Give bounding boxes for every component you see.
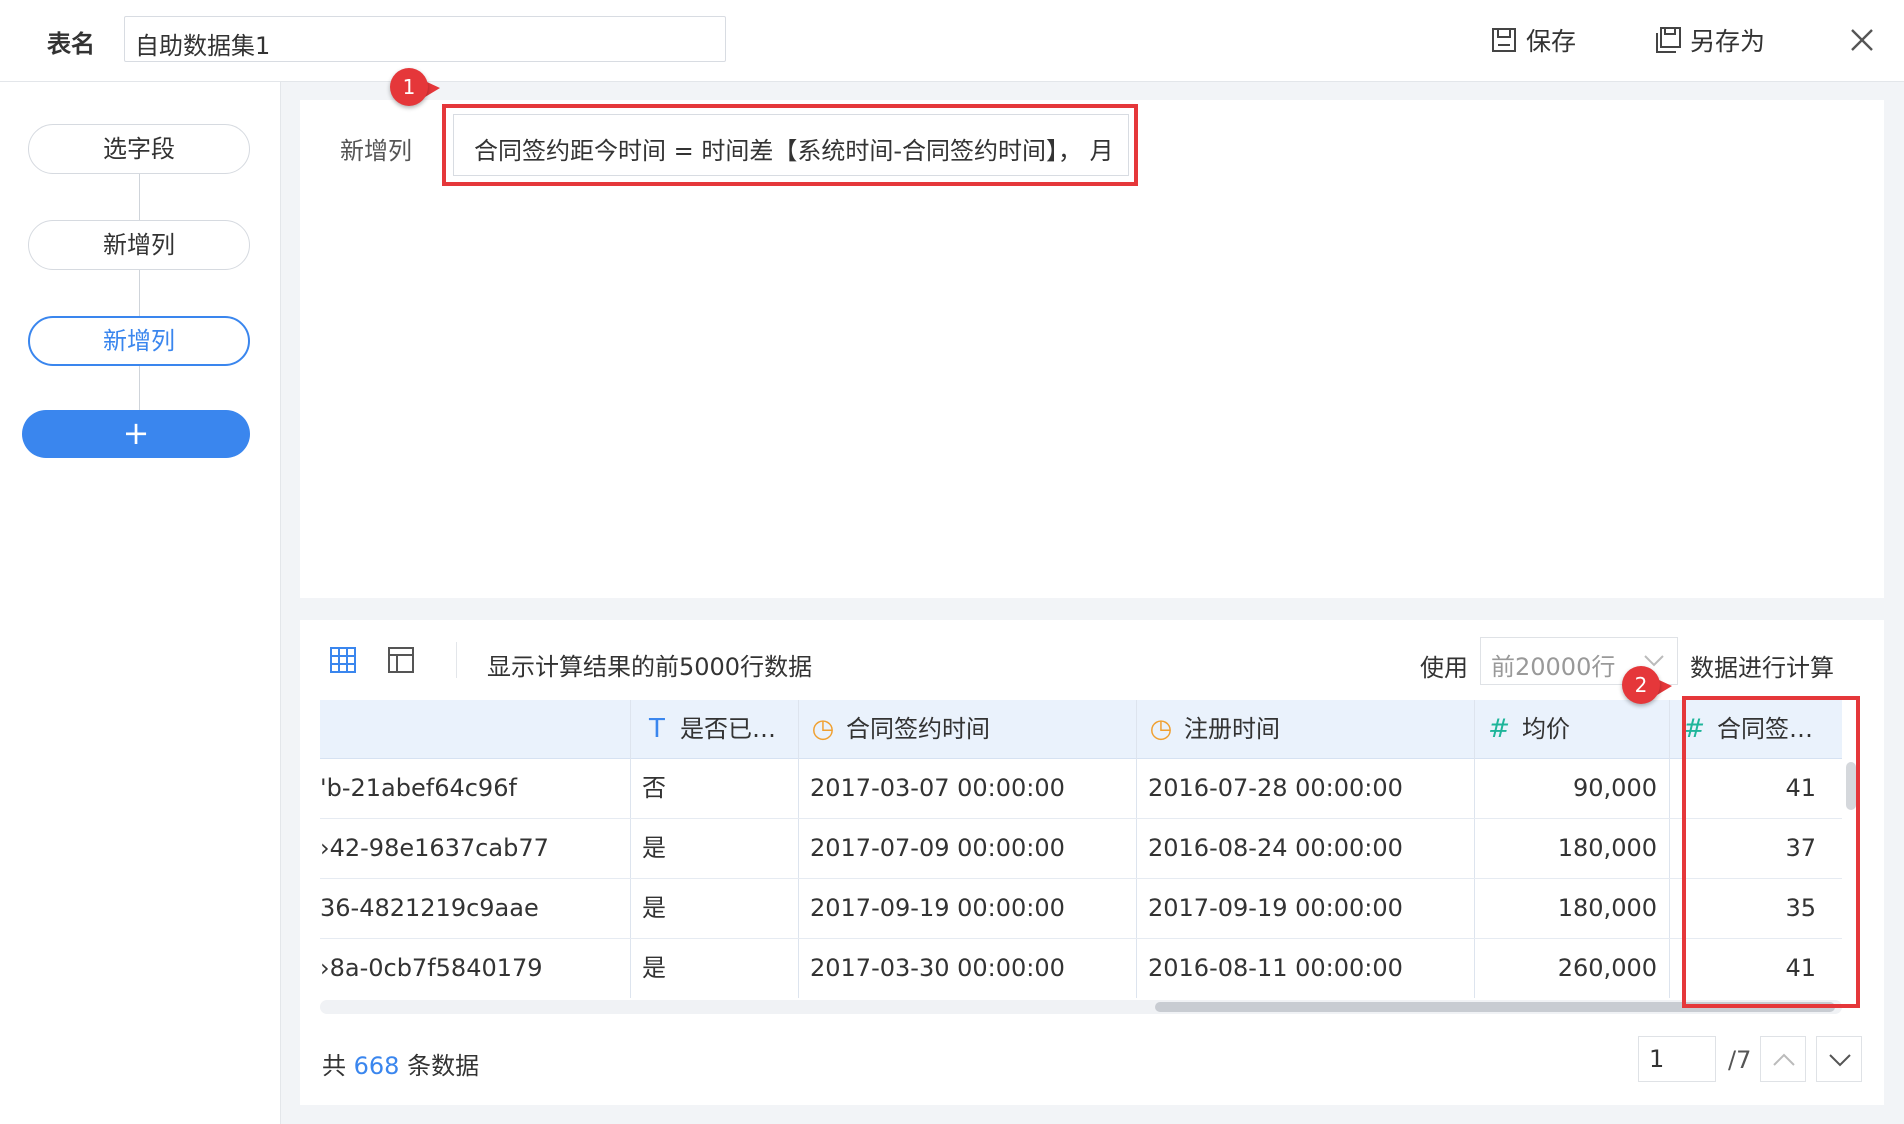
table-cell: 2017-09-19 00:00:00 bbox=[810, 894, 1065, 922]
column-header-id[interactable] bbox=[320, 700, 630, 758]
preview-info-text: 显示计算结果的前5000行数据 bbox=[487, 653, 813, 681]
total-suffix: 条数据 bbox=[407, 1052, 480, 1080]
step-select-fields[interactable]: 选字段 bbox=[28, 124, 250, 174]
preview-table: T 是否已… ◷ 合同签约时间 ◷ 注册时间 # 均价 # 合同签… 'b-21abef6… bbox=[320, 700, 1842, 998]
next-page-button[interactable] bbox=[1816, 1036, 1862, 1082]
scrollbar-thumb[interactable] bbox=[1155, 1002, 1835, 1012]
flow-connector bbox=[139, 174, 140, 220]
vertical-scrollbar[interactable] bbox=[1846, 762, 1856, 810]
chevron-down-icon bbox=[1644, 655, 1664, 667]
column-header-label: 均价 bbox=[1522, 715, 1570, 743]
table-cell: 180,000 bbox=[1557, 894, 1657, 922]
chevron-up-icon bbox=[1773, 1053, 1795, 1066]
column-header-register-time[interactable]: ◷ 注册时间 bbox=[1136, 700, 1474, 758]
table-cell: 2017-07-09 00:00:00 bbox=[810, 834, 1065, 862]
prev-page-button[interactable] bbox=[1760, 1036, 1806, 1082]
formula-field[interactable]: 合同签约距今时间 = 时间差【系统时间-合同签约时间】， 月 bbox=[453, 114, 1129, 176]
table-cell: 2016-08-24 00:00:00 bbox=[1148, 834, 1403, 862]
flow-connector bbox=[139, 366, 140, 410]
table-cell: 41 bbox=[1785, 774, 1816, 802]
table-cell: 2017-03-30 00:00:00 bbox=[810, 954, 1065, 982]
save-as-label: 另存为 bbox=[1690, 27, 1766, 56]
table-cell: ›42-98e1637cab77 bbox=[320, 834, 549, 862]
save-label: 保存 bbox=[1526, 27, 1577, 56]
save-icon bbox=[1492, 28, 1516, 52]
table-cell: 否 bbox=[642, 774, 666, 802]
number-type-icon: # bbox=[1488, 714, 1510, 744]
header-bar: 表名 自助数据集1 保存 另存为 bbox=[0, 0, 1904, 82]
table-cell: 是 bbox=[642, 954, 666, 982]
table-cell: 90,000 bbox=[1573, 774, 1657, 802]
save-as-icon bbox=[1656, 27, 1681, 53]
rows-limit-value: 前20000行 bbox=[1491, 653, 1616, 681]
column-header-label: 合同签约时间 bbox=[846, 715, 990, 743]
column-header-label: 合同签… bbox=[1717, 715, 1813, 743]
use-label: 使用 bbox=[1420, 654, 1468, 682]
table-cell: 35 bbox=[1785, 894, 1816, 922]
text-type-icon: T bbox=[649, 714, 665, 744]
table-cell: 2017-09-19 00:00:00 bbox=[1148, 894, 1403, 922]
table-cell: 36-4821219c9aae bbox=[320, 894, 539, 922]
flow-connector bbox=[139, 270, 140, 316]
horizontal-scrollbar[interactable] bbox=[320, 1000, 1842, 1014]
table-name-label: 表名 bbox=[47, 30, 95, 58]
table-cell: 37 bbox=[1785, 834, 1816, 862]
add-step-button[interactable]: + bbox=[22, 410, 250, 458]
total-count-text: 共 668 条数据 bbox=[322, 1046, 479, 1081]
table-name-input[interactable]: 自助数据集1 bbox=[124, 16, 726, 62]
clock-icon: ◷ bbox=[811, 714, 835, 744]
column-header-avg-price[interactable]: # 均价 bbox=[1474, 700, 1669, 758]
close-icon[interactable] bbox=[1846, 24, 1878, 56]
page-total: /7 bbox=[1728, 1046, 1752, 1074]
panel-view-icon[interactable] bbox=[386, 645, 416, 675]
number-type-icon: # bbox=[1683, 714, 1705, 744]
rows-limit-select[interactable]: 前20000行 bbox=[1480, 637, 1678, 685]
table-cell: ›8a-0cb7f5840179 bbox=[320, 954, 543, 982]
table-cell: 2016-08-11 00:00:00 bbox=[1148, 954, 1403, 982]
table-cell: 是 bbox=[642, 894, 666, 922]
table-cell: 180,000 bbox=[1557, 834, 1657, 862]
table-cell: 2017-03-07 00:00:00 bbox=[810, 774, 1065, 802]
table-view-icon[interactable] bbox=[328, 645, 358, 675]
column-header-contract-months[interactable]: # 合同签… bbox=[1669, 700, 1842, 758]
save-button[interactable]: 保存 bbox=[1490, 22, 1576, 58]
table-cell: 'b-21abef64c96f bbox=[320, 774, 517, 802]
chevron-down-icon bbox=[1829, 1054, 1851, 1067]
column-header-label: 是否已… bbox=[680, 715, 776, 743]
total-count: 668 bbox=[353, 1052, 400, 1080]
step-new-column-2[interactable]: 新增列 bbox=[28, 316, 250, 366]
step-flow-panel: 选字段 新增列 新增列 + bbox=[0, 82, 281, 1124]
save-as-button[interactable]: 另存为 bbox=[1654, 22, 1765, 58]
total-prefix: 共 bbox=[322, 1052, 346, 1080]
column-header-signed[interactable]: T 是否已… bbox=[630, 700, 798, 758]
new-column-label: 新增列 bbox=[340, 137, 412, 165]
calc-label: 数据进行计算 bbox=[1690, 654, 1834, 682]
table-cell: 41 bbox=[1785, 954, 1816, 982]
table-cell: 2016-07-28 00:00:00 bbox=[1148, 774, 1403, 802]
step-new-column-1[interactable]: 新增列 bbox=[28, 220, 250, 270]
column-header-label: 注册时间 bbox=[1184, 715, 1280, 743]
table-cell: 260,000 bbox=[1557, 954, 1657, 982]
table-cell: 是 bbox=[642, 834, 666, 862]
clock-icon: ◷ bbox=[1149, 714, 1173, 744]
toolbar-divider bbox=[456, 642, 457, 678]
page-number-input[interactable]: 1 bbox=[1638, 1036, 1716, 1082]
column-header-contract-time[interactable]: ◷ 合同签约时间 bbox=[798, 700, 1136, 758]
